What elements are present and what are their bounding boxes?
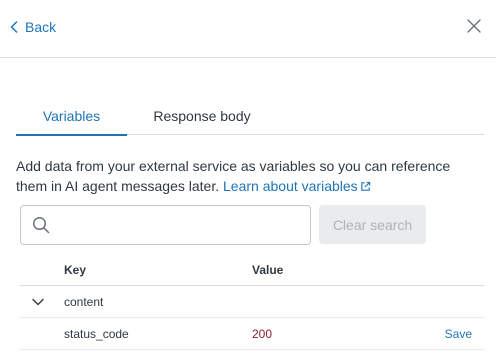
column-header-key: Key xyxy=(64,263,87,277)
tab-list: Variables Response body xyxy=(16,98,484,136)
tab-response-body-label: Response body xyxy=(153,108,251,124)
search-icon xyxy=(32,216,50,234)
row-key: status_code xyxy=(64,326,129,341)
column-header-value: Value xyxy=(252,263,284,277)
table-row: content xyxy=(20,286,484,318)
table-header-row: Key Value xyxy=(20,255,484,286)
description: Add data from your external service as v… xyxy=(16,156,484,196)
search-field[interactable] xyxy=(20,205,311,245)
chevron-left-icon xyxy=(10,21,18,33)
variables-panel: Back Variables Response body Add data fr… xyxy=(0,0,496,353)
table-row: status_code 200 Save xyxy=(20,318,484,350)
tab-variables[interactable]: Variables xyxy=(16,98,127,136)
expand-toggle[interactable] xyxy=(30,286,46,317)
close-button[interactable] xyxy=(466,18,482,34)
panel-header: Back xyxy=(0,0,496,58)
tab-variables-label: Variables xyxy=(42,108,101,124)
back-button[interactable]: Back xyxy=(10,18,56,36)
chevron-down-icon xyxy=(32,298,44,305)
external-link-icon xyxy=(360,181,370,191)
tab-response-body[interactable]: Response body xyxy=(143,98,261,135)
learn-link-label: Learn about variables xyxy=(223,178,358,194)
back-label: Back xyxy=(25,19,57,35)
learn-about-variables-link[interactable]: Learn about variables xyxy=(223,178,371,194)
close-icon xyxy=(467,19,481,33)
clear-search-button[interactable]: Clear search xyxy=(319,205,426,244)
save-variable-button[interactable]: Save xyxy=(445,318,472,349)
row-key: content xyxy=(64,294,104,309)
row-value: 200 xyxy=(252,326,273,341)
search-input[interactable] xyxy=(21,206,310,244)
variables-table: Key Value content status_code 200 Save xyxy=(20,255,484,350)
clear-search-label: Clear search xyxy=(332,216,413,233)
